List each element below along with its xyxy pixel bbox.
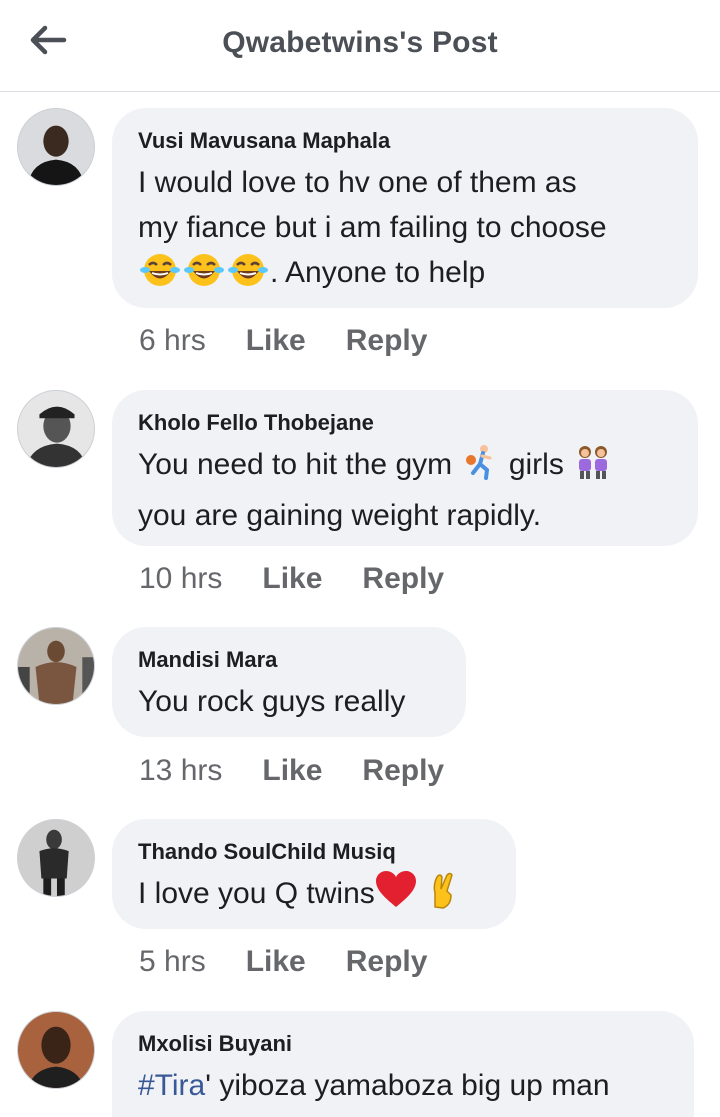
comment-actions: 6 hrs Like Reply — [139, 324, 467, 358]
tears-of-joy-emoji — [140, 252, 180, 301]
comment-text: You need to hit the gym girls you are ga… — [138, 442, 672, 538]
red-heart-emoji — [375, 871, 417, 922]
comment-actions: 5 hrs Like Reply — [139, 945, 467, 979]
comment-text-line: . Anyone to help — [138, 250, 672, 301]
comment-timestamp[interactable]: 13 hrs — [139, 754, 222, 788]
like-button[interactable]: Like — [262, 562, 322, 596]
hashtag-link[interactable]: #Tira — [138, 1069, 205, 1102]
comment-text-fragment: You need to hit the gym — [138, 448, 453, 481]
comment-text-line: my fiance but i am failing to choose — [138, 211, 607, 244]
avatar[interactable] — [17, 627, 95, 705]
comment-author[interactable]: Thando SoulChild Musiq — [138, 839, 490, 865]
comment-bubble: Mxolisi Buyani #Tira' yiboza yamaboza bi… — [112, 1011, 694, 1117]
tears-of-joy-emoji — [184, 252, 224, 301]
comment-bubble: Vusi Mavusana Maphala I would love to hv… — [112, 108, 698, 308]
two-women-emoji — [574, 444, 612, 493]
comment-author[interactable]: Vusi Mavusana Maphala — [138, 128, 672, 154]
like-button[interactable]: Like — [246, 324, 306, 358]
like-button[interactable]: Like — [246, 945, 306, 979]
comment-text-fragment: . Anyone to help — [270, 256, 486, 289]
comment-text-line: You need to hit the gym girls — [138, 442, 672, 493]
avatar[interactable] — [17, 819, 95, 897]
avatar[interactable] — [17, 1011, 95, 1089]
comment-text: I would love to hv one of them as my fia… — [138, 160, 672, 301]
comment-text: #Tira' yiboza yamaboza big up man — [138, 1063, 668, 1108]
page-title: Qwabetwins's Post — [222, 26, 498, 59]
comment-text-fragment: I love you Q twins — [138, 877, 375, 910]
profile-photo-icon — [18, 391, 94, 467]
reply-button[interactable]: Reply — [362, 562, 444, 596]
comment-actions: 10 hrs Like Reply — [139, 562, 484, 596]
comment-author[interactable]: Kholo Fello Thobejane — [138, 410, 672, 436]
profile-photo-icon — [18, 109, 94, 185]
comment-timestamp[interactable]: 5 hrs — [139, 945, 206, 979]
reply-button[interactable]: Reply — [346, 324, 428, 358]
basketball-player-emoji — [462, 444, 498, 493]
comment-text: I love you Q twins — [138, 871, 490, 922]
comment-text-fragment: ' yiboza yamaboza big up man — [205, 1069, 610, 1102]
comment-bubble: Kholo Fello Thobejane You need to hit th… — [112, 390, 698, 546]
profile-photo-icon — [18, 628, 94, 704]
comment-bubble: Mandisi Mara You rock guys really — [112, 627, 466, 737]
avatar[interactable] — [17, 390, 95, 468]
comment-bubble: Thando SoulChild Musiq I love you Q twin… — [112, 819, 516, 929]
profile-photo-icon — [18, 1012, 94, 1088]
like-button[interactable]: Like — [262, 754, 322, 788]
reply-button[interactable]: Reply — [362, 754, 444, 788]
comment-text-line: I would love to hv one of them as — [138, 166, 577, 199]
comment-text: You rock guys really — [138, 685, 406, 718]
crossed-fingers-emoji — [427, 871, 457, 922]
profile-photo-icon — [18, 820, 94, 896]
comment-text-line: you are gaining weight rapidly. — [138, 499, 542, 532]
comment-timestamp[interactable]: 10 hrs — [139, 562, 222, 596]
reply-button[interactable]: Reply — [346, 945, 428, 979]
comment-author[interactable]: Mandisi Mara — [138, 647, 440, 673]
comment-timestamp[interactable]: 6 hrs — [139, 324, 206, 358]
comment-author[interactable]: Mxolisi Buyani — [138, 1031, 668, 1057]
avatar[interactable] — [17, 108, 95, 186]
comment-text-fragment: girls — [508, 448, 564, 481]
tears-of-joy-emoji — [228, 252, 268, 301]
comment-actions: 13 hrs Like Reply — [139, 754, 484, 788]
top-bar: Qwabetwins's Post — [0, 0, 720, 92]
